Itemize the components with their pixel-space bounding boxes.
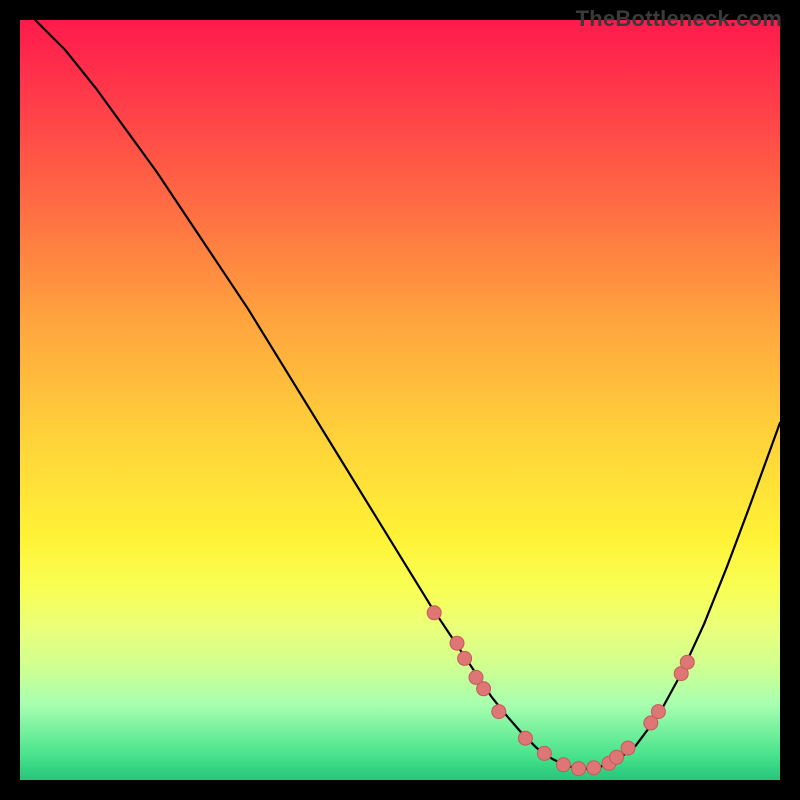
data-dot [556, 758, 570, 772]
data-dot [450, 636, 464, 650]
data-dot [427, 606, 441, 620]
data-dot [492, 705, 506, 719]
data-dot [572, 762, 586, 776]
data-dot [587, 761, 601, 775]
data-dot [610, 750, 624, 764]
data-dots [427, 606, 694, 776]
chart-stage: TheBottleneck.com [0, 0, 800, 800]
data-dot [651, 705, 665, 719]
data-dot [477, 682, 491, 696]
chart-overlay [20, 20, 780, 780]
data-dot [458, 651, 472, 665]
data-dot [621, 741, 635, 755]
data-dot [537, 746, 551, 760]
data-dot [518, 731, 532, 745]
curve-line [35, 20, 780, 769]
data-dot [680, 655, 694, 669]
